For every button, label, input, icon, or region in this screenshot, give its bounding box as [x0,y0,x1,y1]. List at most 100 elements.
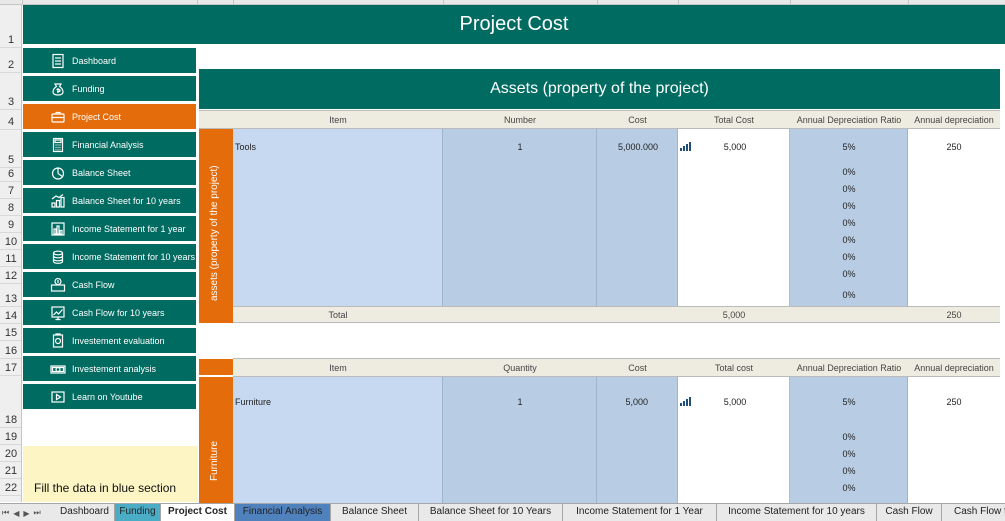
row-number: 16 [0,341,21,359]
total-depreciation-value: 250 [946,310,962,320]
sidebar-item-learn-on-youtube[interactable]: Learn on Youtube [23,384,196,411]
sidebar-item-income-statement-10-years[interactable]: Income Statement for 10 years [23,244,196,271]
item-input-column[interactable] [233,377,443,503]
tab-financial-analysis[interactable]: Financial Analysis [235,504,331,521]
row-number: 3 [0,73,21,110]
quantity-input-column[interactable] [443,377,597,503]
page-title: Project Cost [23,5,1005,46]
sidebar-item-balance-sheet-10-years[interactable]: Balance Sheet for 10 years [23,188,196,215]
col-header-cost: Cost [628,363,647,373]
tab-cash-flow-10-years[interactable]: Cash Flow f [942,504,1005,521]
first-sheet-icon[interactable]: ⏮ [2,508,9,518]
data-bar-icon [680,142,691,151]
col-header-item: Item [329,115,347,125]
row-number: 18 [0,376,21,428]
cost-input-column[interactable] [597,129,678,306]
sidebar-item-investement-analysis[interactable]: Investement analysis [23,356,196,383]
line-chart-icon [49,304,67,322]
tab-balance-sheet-10-years[interactable]: Balance Sheet for 10 Years [419,504,563,521]
ratio-cell[interactable]: 0% [790,432,908,442]
instruction-note: Fill the data in blue section [23,446,198,502]
tab-income-statement-1-year[interactable]: Income Statement for 1 Year [563,504,717,521]
depreciation-cell: 250 [946,142,962,152]
ratio-cell[interactable]: 0% [790,466,908,476]
cost-cell[interactable]: 5,000 [600,397,648,407]
number-input-column[interactable] [443,129,597,306]
bar-chart-icon [49,220,67,238]
sidebar-item-funding[interactable]: Funding [23,76,196,103]
tab-income-statement-10-years[interactable]: Income Statement for 10 years [717,504,877,521]
coins-icon [49,248,67,266]
ratio-cell[interactable]: 0% [790,235,908,245]
sidebar-item-label: Financial Analysis [72,139,144,150]
col-header-item: Item [329,363,347,373]
bar-growth-icon [49,192,67,210]
sidebar-item-label: Cash Flow for 10 years [72,307,165,318]
tab-project-cost[interactable]: Project Cost [161,504,235,521]
ratio-cell[interactable]: 0% [790,269,908,279]
last-sheet-icon[interactable]: ⏭ [34,508,41,518]
tab-balance-sheet[interactable]: Balance Sheet [331,504,419,521]
item-input-column[interactable] [233,129,443,306]
item-cell[interactable]: Tools [235,142,256,152]
sidebar-item-label: Income Statement for 1 year [72,223,186,234]
banknote-icon [49,360,67,378]
briefcase-icon [49,108,67,126]
data-bar-icon [680,397,691,406]
ratio-cell[interactable]: 0% [790,218,908,228]
ratio-cell[interactable]: 5% [790,397,908,407]
ratio-cell[interactable]: 0% [790,201,908,211]
ratio-cell[interactable]: 0% [790,252,908,262]
row-number: 13 [0,284,21,307]
sidebar-item-label: Investement evaluation [72,335,165,346]
tab-cash-flow[interactable]: Cash Flow [877,504,942,521]
row-number: 22 [0,479,21,496]
ratio-cell[interactable]: 0% [790,184,908,194]
tab-scroll-controls[interactable]: ⏮ ◀ ▶ ⏭ [2,506,52,520]
document-icon [49,52,67,70]
row-number: 9 [0,216,21,233]
sidebar-item-investement-evaluation[interactable]: Investement evaluation [23,328,196,355]
sidebar-item-label: Balance Sheet for 10 years [72,195,181,206]
ratio-cell[interactable]: 0% [790,483,908,493]
play-icon [49,388,67,406]
furniture-side-label: Furniture [209,440,220,481]
col-header-depreciation: Annual depreciation [914,363,994,373]
prev-sheet-icon[interactable]: ◀ [13,509,19,518]
ratio-cell[interactable]: 0% [790,290,908,300]
tab-dashboard[interactable]: Dashboard [55,504,115,521]
col-header-depreciation-ratio: Annual Depreciation Ratio [796,115,902,125]
furniture-side-top [199,359,233,375]
money-stack-icon [49,332,67,350]
quantity-cell[interactable]: 1 [443,397,597,407]
sidebar-item-label: Funding [72,83,105,94]
col-header-depreciation: Annual depreciation [914,115,994,125]
sidebar-item-income-statement-1-year[interactable]: Income Statement for 1 year [23,216,196,243]
total-cost-cell: 5,000 [723,397,747,407]
row-number: 20 [0,445,21,462]
col-header-quantity: Quantity [503,363,537,373]
money-bag-icon [49,80,67,98]
tab-funding[interactable]: Funding [115,504,161,521]
cost-input-column[interactable] [597,377,678,503]
assets-side-bar: assets (property of the project) [199,129,233,323]
sidebar-item-dashboard[interactable]: Dashboard [23,48,196,75]
sidebar-item-cash-flow-10-years[interactable]: Cash Flow for 10 years [23,300,196,327]
row-number: 12 [0,267,21,284]
sidebar-item-label: Balance Sheet [72,167,131,178]
ratio-cell[interactable]: 0% [790,167,908,177]
cost-cell[interactable]: 5,000.000 [600,142,658,152]
sidebar-item-balance-sheet[interactable]: Balance Sheet [23,160,196,187]
row-number: 21 [0,462,21,479]
total-cost-cell: 5,000 [723,142,747,152]
item-cell[interactable]: Furniture [235,397,271,407]
sidebar-item-project-cost[interactable]: Project Cost [23,104,196,131]
ratio-cell[interactable]: 5% [790,142,908,152]
table-header-row: Item Number Cost Total Cost Annual Depre… [199,110,1000,129]
sidebar-item-financial-analysis[interactable]: Financial Analysis [23,132,196,159]
row-number: 6 [0,168,21,182]
sidebar-item-cash-flow[interactable]: Cash Flow [23,272,196,299]
next-sheet-icon[interactable]: ▶ [23,509,29,518]
ratio-cell[interactable]: 0% [790,449,908,459]
number-cell[interactable]: 1 [443,142,597,152]
